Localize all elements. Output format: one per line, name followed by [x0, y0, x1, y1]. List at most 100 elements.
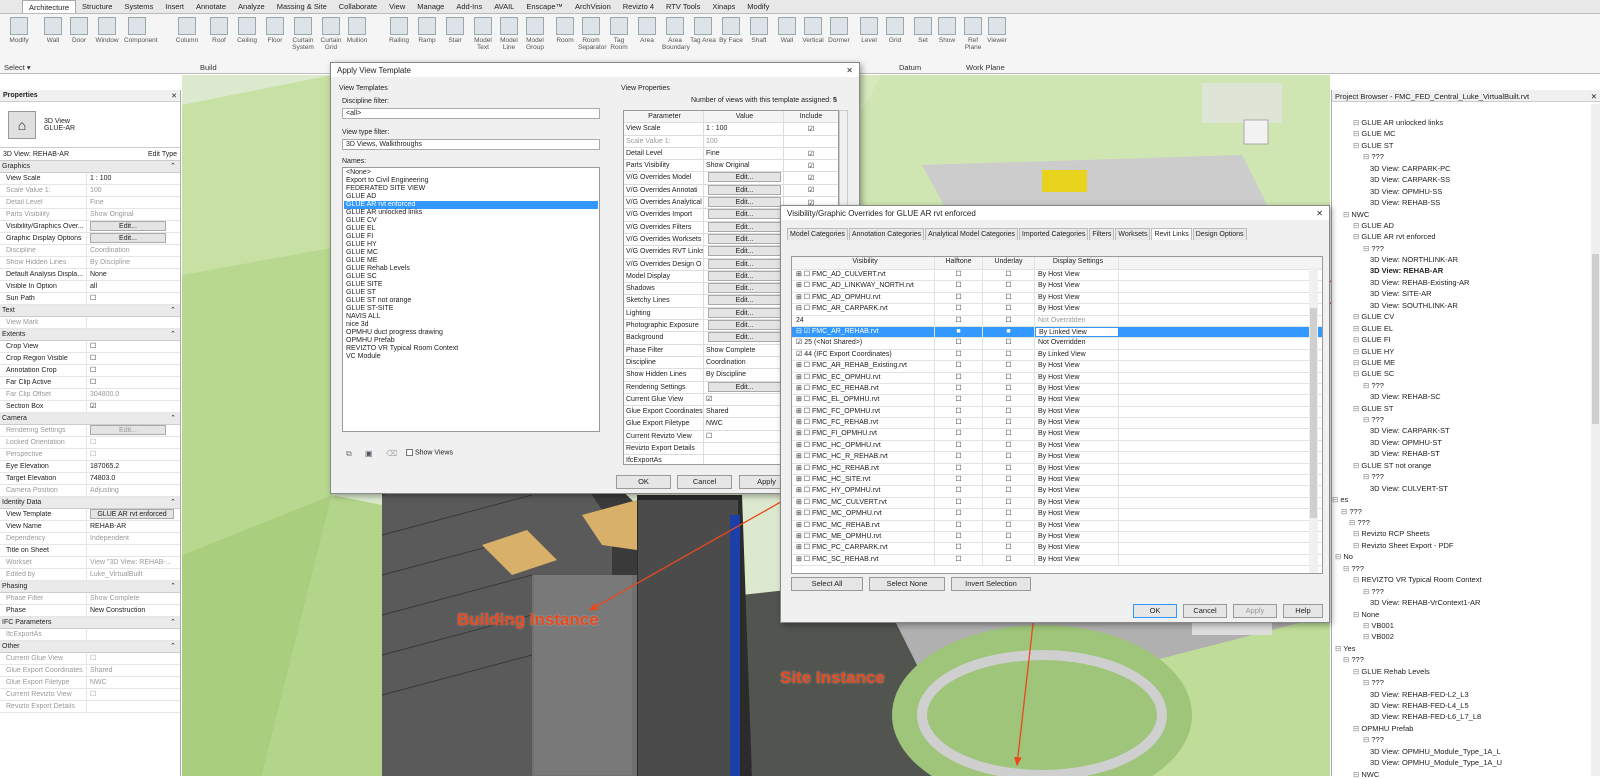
- underlay-checkbox[interactable]: ☐: [983, 281, 1035, 292]
- halftone-checkbox[interactable]: ☐: [935, 463, 983, 475]
- parameter-value[interactable]: Edit...: [704, 197, 784, 209]
- parameter-value[interactable]: [704, 455, 784, 464]
- parameter-value[interactable]: Coordination: [704, 356, 784, 369]
- parameter-value[interactable]: [704, 443, 784, 455]
- property-value[interactable]: [86, 545, 180, 556]
- display-settings-button[interactable]: By Host View: [1035, 372, 1119, 383]
- link-visibility[interactable]: ⊟ ☐ FMC_AR_CARPARK.rvt: [792, 304, 935, 315]
- property-value[interactable]: Shared: [86, 665, 180, 676]
- link-row[interactable]: ⊞ ☐ FMC_HC_R_REHAB.rvt ☐ ☐ By Host View: [792, 452, 1322, 464]
- link-visibility[interactable]: ⊞ ☐ FMC_EC_REHAB.rvt: [792, 383, 935, 395]
- vgo-tab[interactable]: Worksets: [1115, 228, 1151, 240]
- browser-item[interactable]: ⊟ ???: [1363, 678, 1384, 687]
- property-section[interactable]: Phasing ⌃: [0, 581, 180, 593]
- parameter-value[interactable]: ☑: [704, 393, 784, 406]
- browser-item[interactable]: 3D View: REHAB-VrContext1-AR: [1370, 598, 1480, 607]
- property-value[interactable]: ☐: [86, 449, 180, 460]
- apply-button[interactable]: Apply: [1233, 604, 1277, 618]
- browser-item[interactable]: ⊟ ???: [1363, 587, 1384, 596]
- halftone-checkbox[interactable]: ☐: [935, 361, 983, 372]
- browser-item[interactable]: 3D View: NORTHLINK-AR: [1370, 255, 1458, 264]
- collapse-icon[interactable]: ⌃: [170, 161, 176, 172]
- display-settings-button[interactable]: By Host View: [1035, 395, 1119, 406]
- property-value[interactable]: By Discipline: [86, 257, 180, 268]
- property-value[interactable]: [86, 701, 180, 712]
- parameter-value[interactable]: Edit...: [704, 381, 784, 393]
- link-visibility[interactable]: ⊞ ☐ FMC_HC_R_REHAB.rvt: [792, 452, 935, 463]
- edit-type-button[interactable]: Edit Type: [148, 151, 177, 158]
- link-row[interactable]: ⊞ ☐ FMC_MC_CULVERT.rvt ☐ ☐ By Host View: [792, 497, 1322, 510]
- template-name-item[interactable]: REVIZTO VR Typical Room Context: [344, 345, 598, 353]
- browser-item[interactable]: ⊟ GLUE ST: [1353, 404, 1393, 413]
- link-row[interactable]: ⊞ ☐ FMC_AD_CULVERT.rvt ☐ ☐ By Host View: [792, 270, 1322, 282]
- property-section[interactable]: Identity Data ⌃: [0, 497, 180, 509]
- link-visibility[interactable]: ⊞ ☐ FMC_FC_REHAB.rvt: [792, 418, 935, 429]
- close-icon[interactable]: ✕: [171, 92, 177, 100]
- browser-item[interactable]: ⊟ GLUE AD: [1353, 221, 1394, 230]
- browser-item[interactable]: 3D View: REHAB-ST: [1370, 449, 1440, 458]
- link-row[interactable]: ⊞ ☐ FMC_MC_REHAB.rvt ☐ ☐ By Host View: [792, 520, 1322, 532]
- browser-item[interactable]: ⊟ ???: [1343, 564, 1364, 573]
- property-section[interactable]: Graphics ⌃: [0, 161, 180, 173]
- browser-item[interactable]: ⊟ ???: [1363, 244, 1384, 253]
- property-value[interactable]: Show Complete: [86, 593, 180, 604]
- show-views-checkbox[interactable]: [406, 449, 413, 456]
- parameter-value[interactable]: Edit...: [704, 295, 784, 307]
- template-name-item[interactable]: NAVIS ALL: [344, 313, 598, 321]
- browser-item[interactable]: 3D View: SITE-AR: [1370, 289, 1432, 298]
- browser-item[interactable]: ⊟ GLUE AR rvt enforced: [1353, 232, 1436, 241]
- underlay-checkbox[interactable]: ☐: [983, 292, 1035, 304]
- collapse-icon[interactable]: ⌃: [170, 329, 176, 340]
- select-all-button[interactable]: Select All: [791, 577, 863, 591]
- underlay-checkbox[interactable]: ☐: [983, 338, 1035, 349]
- browser-item[interactable]: ⊟ GLUE FI: [1353, 335, 1391, 344]
- property-value[interactable]: ☐: [86, 365, 180, 376]
- property-value[interactable]: ☑: [86, 401, 180, 412]
- underlay-checkbox[interactable]: ☐: [983, 520, 1035, 531]
- display-settings-button[interactable]: By Host View: [1035, 463, 1119, 475]
- underlay-checkbox[interactable]: ☐: [983, 372, 1035, 383]
- browser-item[interactable]: ⊟ Yes: [1335, 644, 1355, 653]
- halftone-checkbox[interactable]: ☐: [935, 406, 983, 418]
- browser-item[interactable]: 3D View: OPMHU-SS: [1370, 187, 1442, 196]
- property-value[interactable]: ☐: [86, 377, 180, 388]
- display-settings-button[interactable]: By Host View: [1035, 418, 1119, 429]
- parameter-value-text[interactable]: Edit...: [708, 283, 781, 294]
- display-settings-button[interactable]: Not Overridden: [1035, 315, 1119, 326]
- collapse-icon[interactable]: ⌃: [170, 413, 176, 424]
- property-value[interactable]: ☐: [86, 653, 180, 664]
- parameter-value[interactable]: Edit...: [704, 221, 784, 233]
- halftone-checkbox[interactable]: ☐: [935, 304, 983, 315]
- link-row[interactable]: ☑ 44 (IFC Export Coordinates) ☐ ☐ By Linked…: [792, 349, 1322, 362]
- parameter-value-text[interactable]: Edit...: [708, 221, 781, 232]
- property-section[interactable]: IFC Parameters ⌃: [0, 617, 180, 629]
- halftone-checkbox[interactable]: ☐: [935, 486, 983, 497]
- link-row[interactable]: ⊞ ☐ FMC_FC_OPMHU.rvt ☐ ☐ By Host View: [792, 406, 1322, 419]
- template-name-item[interactable]: GLUE FI: [344, 233, 598, 241]
- property-value[interactable]: Coordination: [86, 245, 180, 256]
- parameter-value[interactable]: Edit...: [704, 258, 784, 270]
- display-settings-button[interactable]: By Host View: [1035, 497, 1119, 509]
- display-settings-button[interactable]: By Linked View: [1035, 349, 1119, 361]
- underlay-checkbox[interactable]: ☐: [983, 543, 1035, 554]
- template-name-item[interactable]: GLUE Rehab Levels: [344, 265, 598, 273]
- property-section[interactable]: Extents ⌃: [0, 329, 180, 341]
- underlay-checkbox[interactable]: ☐: [983, 452, 1035, 463]
- link-row[interactable]: ⊞ ☐ FMC_EC_OPMHU.rvt ☐ ☐ By Host View: [792, 372, 1322, 384]
- collapse-icon[interactable]: ⌃: [170, 617, 176, 628]
- vgo-tab[interactable]: Filters: [1089, 228, 1115, 240]
- property-value[interactable]: Luke_VirtualBuilt: [86, 569, 180, 580]
- link-row[interactable]: ⊞ ☐ FMC_MC_OPMHU.rvt ☐ ☐ By Host View: [792, 509, 1322, 521]
- link-visibility[interactable]: ⊞ ☐ FMC_AD_CULVERT.rvt: [792, 270, 935, 281]
- halftone-checkbox[interactable]: ☐: [935, 543, 983, 554]
- browser-item[interactable]: ⊟ GLUE ST not orange: [1353, 461, 1431, 470]
- display-settings-button[interactable]: By Host View: [1035, 554, 1119, 566]
- link-visibility[interactable]: ⊞ ☐ FMC_HC_OPMHU.rvt: [792, 440, 935, 452]
- property-value[interactable]: New Construction: [86, 605, 180, 616]
- halftone-checkbox[interactable]: ☐: [935, 383, 983, 395]
- display-settings-button[interactable]: By Host View: [1035, 520, 1119, 531]
- parameter-value-text[interactable]: Edit...: [708, 184, 781, 195]
- vgo-tab[interactable]: Revit Links: [1151, 228, 1192, 240]
- browser-item[interactable]: 3D View: CARPARK-ST: [1370, 426, 1450, 435]
- link-row[interactable]: 24 ☐ ☐ Not Overridden: [792, 315, 1322, 327]
